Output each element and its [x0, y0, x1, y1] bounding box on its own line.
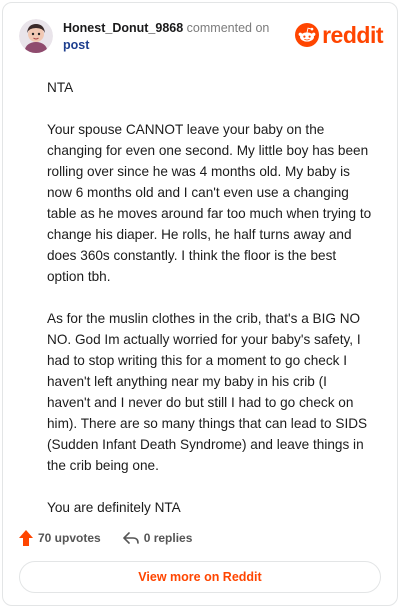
comment-card: Honest_Donut_9868 commented on post redd…	[2, 2, 398, 606]
reply-arrow-icon	[122, 532, 139, 544]
commented-on-text: commented on	[186, 21, 270, 35]
reddit-logo[interactable]: reddit	[295, 22, 383, 48]
comment-body: NTA Your spouse CANNOT leave your baby o…	[47, 77, 373, 539]
reddit-snoo-icon	[295, 23, 320, 47]
replies-button[interactable]: 0 replies	[122, 531, 193, 545]
comment-meta: Honest_Donut_9868 commented on post	[63, 20, 269, 54]
comment-paragraph: Your spouse CANNOT leave your baby on th…	[47, 122, 372, 284]
comment-paragraph: You are definitely NTA	[47, 500, 181, 515]
comment-paragraph: NTA	[47, 80, 74, 95]
comment-paragraph: As for the muslin clothes in the crib, t…	[47, 311, 368, 473]
upvote-count: 70 upvotes	[38, 531, 101, 545]
upvote-arrow-icon	[19, 530, 33, 546]
view-more-button[interactable]: View more on Reddit	[19, 561, 381, 593]
comment-actions: 70 upvotes 0 replies	[19, 527, 214, 549]
comment-header: Honest_Donut_9868 commented on post redd…	[19, 15, 383, 55]
post-link[interactable]: post	[63, 37, 269, 54]
upvote-button[interactable]: 70 upvotes	[19, 530, 101, 546]
reddit-wordmark: reddit	[322, 22, 383, 48]
reply-count: 0 replies	[143, 531, 193, 545]
avatar[interactable]	[19, 19, 53, 53]
username-link[interactable]: Honest_Donut_9868	[63, 21, 183, 35]
